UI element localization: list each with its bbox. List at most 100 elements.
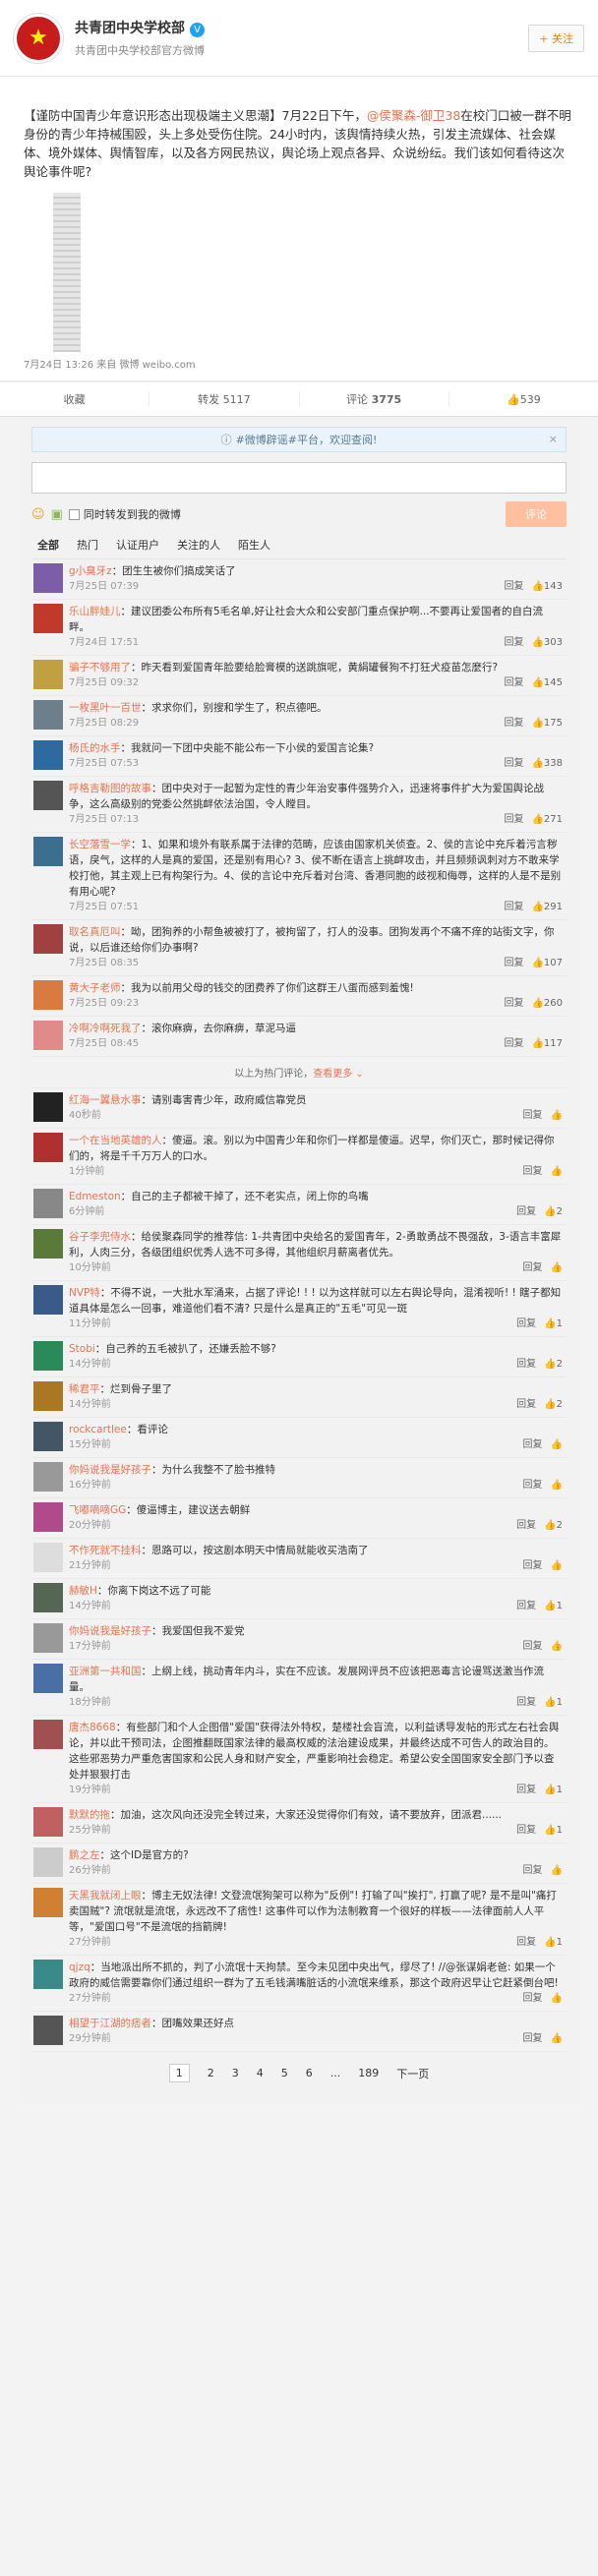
commenter-avatar[interactable]	[33, 700, 63, 730]
emoji-icon[interactable]: ☺	[31, 507, 45, 522]
commenter-avatar[interactable]	[33, 1847, 63, 1877]
commenter-avatar[interactable]	[33, 1888, 63, 1917]
filter-verified[interactable]: 认证用户	[116, 537, 159, 553]
reply-button[interactable]: 回复	[516, 1935, 536, 1951]
commenter-avatar[interactable]	[33, 1422, 63, 1451]
page-link[interactable]: 6	[306, 2067, 313, 2079]
commenter-avatar[interactable]	[33, 781, 63, 810]
commenter-name[interactable]: 你妈说我是好孩子	[69, 1464, 151, 1476]
close-icon[interactable]: ×	[549, 433, 558, 445]
comment-like-button[interactable]: 👍271	[531, 812, 563, 828]
commenter-name[interactable]: 乐山胖娃儿	[69, 606, 121, 617]
comment-like-button[interactable]: 👍	[551, 1991, 563, 2007]
commenter-avatar[interactable]	[33, 1133, 63, 1162]
comment-like-button[interactable]: 👍338	[531, 756, 563, 772]
comment-like-button[interactable]: 👍175	[531, 716, 563, 732]
comment-like-button[interactable]: 👍1	[544, 1317, 563, 1332]
filter-following[interactable]: 关注的人	[177, 537, 220, 553]
comment-like-button[interactable]: 👍2	[544, 1518, 563, 1534]
page-link[interactable]: 1	[168, 2064, 190, 2082]
comment-like-button[interactable]: 👍	[551, 2031, 563, 2047]
notice-text[interactable]: #微博辟谣#平台，欢迎查阅!	[236, 432, 378, 447]
follow-button[interactable]: + 关注	[528, 24, 584, 52]
commenter-avatar[interactable]	[33, 1720, 63, 1749]
reply-button[interactable]: 回复	[516, 1783, 536, 1798]
reply-button[interactable]: 回复	[516, 1317, 536, 1332]
commenter-name[interactable]: 长空落雪一学	[69, 839, 131, 850]
filter-all[interactable]: 全部	[37, 537, 59, 553]
comment-like-button[interactable]: 👍303	[531, 635, 563, 651]
image-icon[interactable]: ▣	[51, 507, 63, 522]
commenter-name[interactable]: 稀君平	[69, 1383, 100, 1395]
page-link[interactable]: 2	[208, 2067, 214, 2079]
reply-button[interactable]: 回复	[504, 675, 523, 691]
commenter-name[interactable]: 一个在当地英雄的人	[69, 1135, 162, 1146]
comment-like-button[interactable]: 👍107	[531, 956, 563, 971]
reply-button[interactable]: 回复	[504, 1036, 523, 1052]
comment-like-button[interactable]: 👍	[551, 1478, 563, 1493]
mention-link[interactable]: @侯聚森-御卫38	[367, 108, 460, 123]
commenter-name[interactable]: 取名真厄叫	[69, 926, 121, 938]
commenter-name[interactable]: qjzq	[69, 1961, 90, 1973]
account-avatar[interactable]: ★	[14, 13, 63, 63]
commenter-avatar[interactable]	[33, 1285, 63, 1315]
commenter-avatar[interactable]	[33, 740, 63, 770]
commenter-name[interactable]: 骗子不够用了	[69, 662, 131, 673]
reply-button[interactable]: 回复	[504, 956, 523, 971]
reply-button[interactable]: 回复	[504, 756, 523, 772]
reply-button[interactable]: 回复	[523, 1108, 543, 1124]
comment-like-button[interactable]: 👍1	[544, 1935, 563, 1951]
commenter-avatar[interactable]	[33, 980, 63, 1010]
reply-button[interactable]: 回复	[516, 1695, 536, 1711]
commenter-name[interactable]: 红海一翼悬水事	[69, 1094, 142, 1106]
commenter-name[interactable]: 鹏之左	[69, 1849, 100, 1861]
reply-button[interactable]: 回复	[516, 1204, 536, 1220]
comment-like-button[interactable]: 👍	[551, 1437, 563, 1453]
page-link[interactable]: 5	[281, 2067, 288, 2079]
commenter-name[interactable]: 冷啊冷啊死我了	[69, 1023, 142, 1034]
filter-strangers[interactable]: 陌生人	[238, 537, 270, 553]
commenter-avatar[interactable]	[33, 1664, 63, 1693]
page-link[interactable]: 189	[358, 2067, 379, 2079]
reply-button[interactable]: 回复	[504, 996, 523, 1012]
comment-like-button[interactable]: 👍	[551, 1639, 563, 1655]
comment-like-button[interactable]: 👍1	[544, 1783, 563, 1798]
commenter-name[interactable]: 默默的拖	[69, 1809, 110, 1821]
commenter-name[interactable]: NVP特	[69, 1287, 100, 1299]
commenter-avatar[interactable]	[33, 660, 63, 689]
commenter-name[interactable]: 呼格吉勒图的故事	[69, 783, 151, 794]
commenter-avatar[interactable]	[33, 1807, 63, 1837]
commenter-name[interactable]: 黄大子老师	[69, 982, 121, 994]
commenter-avatar[interactable]	[33, 1623, 63, 1653]
reply-button[interactable]: 回复	[523, 1164, 543, 1180]
commenter-avatar[interactable]	[33, 563, 63, 593]
reply-button[interactable]: 回复	[504, 716, 523, 732]
reply-button[interactable]: 回复	[516, 1823, 536, 1839]
comment-like-button[interactable]: 👍1	[544, 1823, 563, 1839]
commenter-avatar[interactable]	[33, 1381, 63, 1411]
comment-like-button[interactable]: 👍117	[531, 1036, 563, 1052]
reply-button[interactable]: 回复	[523, 2031, 543, 2047]
commenter-name[interactable]: 不作死就不挂科	[69, 1545, 142, 1556]
reply-button[interactable]: 回复	[504, 579, 523, 595]
commenter-name[interactable]: 相望于江湖的痞者	[69, 2018, 151, 2029]
comment-like-button[interactable]: 👍2	[544, 1357, 563, 1373]
commenter-avatar[interactable]	[33, 1583, 63, 1612]
commenter-avatar[interactable]	[33, 1092, 63, 1122]
comment-like-button[interactable]: 👍1	[544, 1695, 563, 1711]
commenter-avatar[interactable]	[33, 1960, 63, 1989]
commenter-name[interactable]: 你妈说我是好孩子	[69, 1625, 151, 1637]
commenter-avatar[interactable]	[33, 1543, 63, 1572]
commenter-name[interactable]: 杨氏的水手	[69, 742, 121, 754]
comment-like-button[interactable]: 👍	[551, 1558, 563, 1574]
reply-button[interactable]: 回复	[523, 1991, 543, 2007]
commenter-name[interactable]: 飞嘟嘀嘀GG	[69, 1504, 126, 1516]
comment-input[interactable]	[31, 462, 567, 494]
like-button[interactable]: 👍539	[449, 393, 598, 406]
next-page-button[interactable]: 下一页	[396, 2066, 429, 2081]
page-link[interactable]: 3	[232, 2067, 239, 2079]
reply-button[interactable]: 回复	[516, 1397, 536, 1413]
commenter-avatar[interactable]	[33, 924, 63, 954]
reply-button[interactable]: 回复	[523, 1260, 543, 1276]
commenter-name[interactable]: rockcartlee	[69, 1424, 127, 1435]
